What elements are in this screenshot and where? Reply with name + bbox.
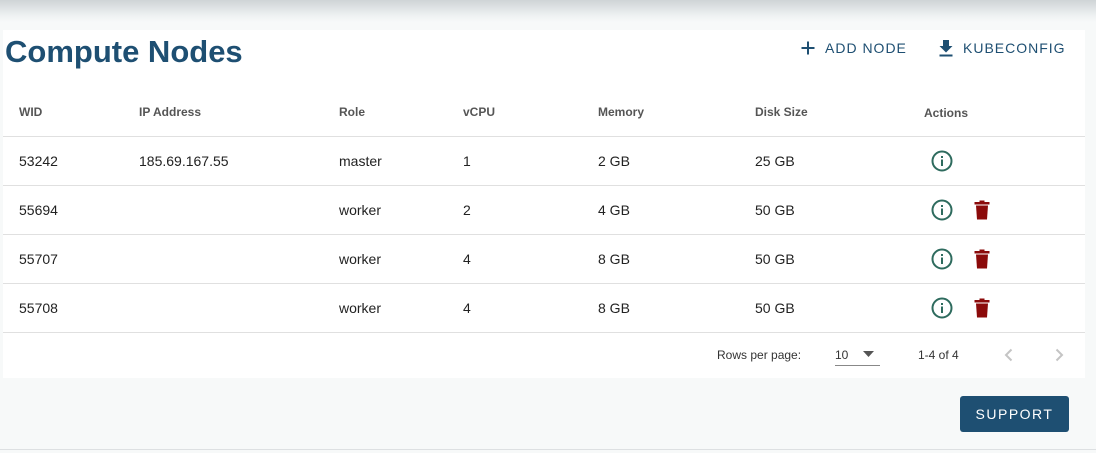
pagination-range: 1-4 of 4 bbox=[918, 348, 959, 362]
kubeconfig-label: KUBECONFIG bbox=[963, 40, 1066, 56]
rows-per-page-value: 10 bbox=[835, 348, 849, 362]
add-node-button[interactable]: ADD NODE bbox=[800, 36, 907, 60]
previous-page-button[interactable] bbox=[1001, 347, 1017, 366]
column-header-ip-address: IP Address bbox=[139, 105, 202, 119]
download-icon bbox=[939, 40, 953, 57]
node-info-button[interactable] bbox=[931, 284, 953, 332]
cell-vcpu: 4 bbox=[463, 251, 471, 267]
table-row: 55707 worker 4 8 GB 50 GB bbox=[3, 235, 1085, 284]
chevron-left-icon bbox=[1004, 348, 1013, 362]
table-row: 55694 worker 2 4 GB 50 GB bbox=[3, 186, 1085, 235]
plus-icon bbox=[801, 41, 815, 55]
trash-icon bbox=[974, 200, 990, 220]
cell-memory: 8 GB bbox=[598, 251, 630, 267]
cell-memory: 2 GB bbox=[598, 153, 630, 169]
add-node-label: ADD NODE bbox=[825, 40, 907, 56]
column-header-role: Role bbox=[339, 105, 366, 119]
info-circle-icon bbox=[931, 199, 953, 221]
cell-role: worker bbox=[339, 202, 382, 218]
cell-disk-size: 50 GB bbox=[755, 300, 795, 316]
cell-memory: 4 GB bbox=[598, 202, 630, 218]
cell-role: worker bbox=[339, 251, 382, 267]
node-delete-button[interactable] bbox=[974, 186, 990, 234]
rows-per-page-label: Rows per page: bbox=[717, 348, 802, 362]
node-delete-button[interactable] bbox=[974, 284, 990, 332]
node-info-button[interactable] bbox=[931, 235, 953, 283]
node-info-button[interactable] bbox=[931, 186, 953, 234]
table-row: 55708 worker 4 8 GB 50 GB bbox=[3, 284, 1085, 333]
cell-wid: 55707 bbox=[19, 251, 58, 267]
next-page-button[interactable] bbox=[1051, 347, 1067, 366]
info-circle-icon bbox=[931, 297, 953, 319]
rows-per-page-select[interactable]: 10 bbox=[835, 345, 880, 366]
compute-nodes-card: Compute Nodes ADD NODE KUBECONFIG WID IP… bbox=[3, 30, 1085, 378]
info-circle-icon bbox=[931, 150, 953, 172]
column-header-actions: Actions bbox=[924, 106, 969, 120]
cell-disk-size: 50 GB bbox=[755, 202, 795, 218]
node-delete-button[interactable] bbox=[974, 235, 990, 283]
cell-memory: 8 GB bbox=[598, 300, 630, 316]
cell-wid: 55694 bbox=[19, 202, 58, 218]
page-title: Compute Nodes bbox=[5, 34, 243, 69]
info-circle-icon bbox=[931, 248, 953, 270]
node-info-button[interactable] bbox=[931, 137, 953, 185]
cell-wid: 53242 bbox=[19, 153, 58, 169]
kubeconfig-button[interactable]: KUBECONFIG bbox=[938, 36, 1066, 60]
cell-wid: 55708 bbox=[19, 300, 58, 316]
cell-role: worker bbox=[339, 300, 382, 316]
cell-disk-size: 25 GB bbox=[755, 153, 795, 169]
column-header-wid: WID bbox=[19, 105, 43, 119]
chevron-right-icon bbox=[1055, 348, 1064, 362]
column-header-vcpu: vCPU bbox=[463, 105, 496, 119]
cell-vcpu: 2 bbox=[463, 202, 471, 218]
column-header-disk-size: Disk Size bbox=[755, 105, 808, 119]
support-button[interactable]: SUPPORT bbox=[960, 396, 1069, 432]
nodes-table: WID IP Address Role vCPU Memory Disk Siz… bbox=[3, 88, 1085, 333]
cell-vcpu: 1 bbox=[463, 153, 471, 169]
table-pagination: Rows per page: 10 1-4 of 4 bbox=[3, 332, 1085, 378]
cell-disk-size: 50 GB bbox=[755, 251, 795, 267]
cell-ip-address: 185.69.167.55 bbox=[139, 153, 229, 169]
page-bottom-divider bbox=[0, 449, 1096, 450]
table-row: 53242 185.69.167.55 master 1 2 GB 25 GB bbox=[3, 137, 1085, 186]
table-header-row: WID IP Address Role vCPU Memory Disk Siz… bbox=[3, 88, 1085, 137]
caret-down-icon bbox=[863, 351, 874, 357]
cell-role: master bbox=[339, 153, 382, 169]
trash-icon bbox=[974, 298, 990, 318]
top-app-bar-shadow bbox=[0, 0, 1096, 22]
trash-icon bbox=[974, 249, 990, 269]
column-header-memory: Memory bbox=[598, 105, 645, 119]
cell-vcpu: 4 bbox=[463, 300, 471, 316]
